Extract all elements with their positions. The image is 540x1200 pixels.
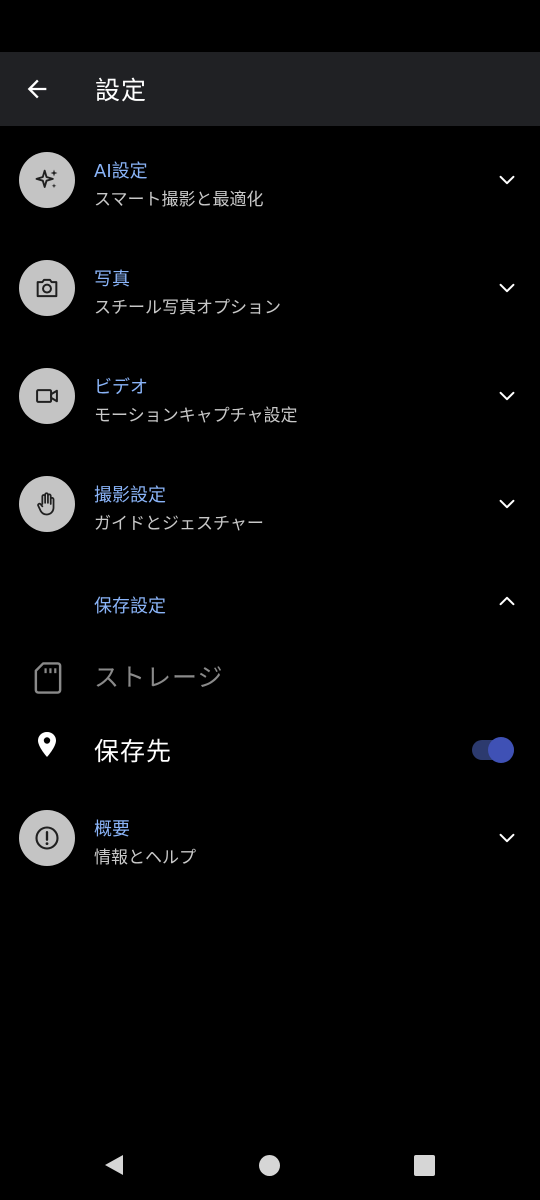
back-button[interactable] <box>0 52 74 126</box>
settings-item-video[interactable]: ビデオ モーションキャプチャ設定 <box>0 342 540 450</box>
settings-item-ai[interactable]: AI設定 スマート撮影と最適化 <box>0 126 540 234</box>
save-location-toggle[interactable] <box>472 737 514 763</box>
settings-item-ai-icon-badge <box>19 152 75 208</box>
settings-item-title: ビデオ <box>94 377 148 398</box>
storage-item[interactable]: ストレージ <box>0 640 540 712</box>
settings-section-storage[interactable]: 保存設定 <box>0 558 540 640</box>
settings-item-subtitle: スマート撮影と最適化 <box>94 190 264 210</box>
section-title: 保存設定 <box>94 596 166 617</box>
settings-item-video-icon-badge <box>19 368 75 424</box>
nav-recents-square-icon[interactable] <box>414 1155 435 1176</box>
save-location-label: 保存先 <box>94 737 173 766</box>
settings-item-capture[interactable]: 撮影設定 ガイドとジェスチャー <box>0 450 540 558</box>
hand-icon <box>37 492 55 516</box>
arrow-left-icon <box>27 79 47 99</box>
settings-item-title: 概要 <box>94 819 130 840</box>
settings-item-title: 写真 <box>94 269 130 290</box>
settings-item-subtitle: ガイドとジェスチャー <box>94 514 264 534</box>
settings-item-capture-icon-badge <box>19 476 75 532</box>
system-nav-bar <box>0 1128 540 1200</box>
settings-item-subtitle: スチール写真オプション <box>94 298 281 318</box>
settings-item-subtitle: 情報とヘルプ <box>94 848 196 868</box>
sparkle-icon <box>35 169 58 189</box>
sd-card-icon <box>34 662 62 694</box>
nav-back-triangle-icon[interactable] <box>103 1153 125 1177</box>
chevron-down-icon <box>499 283 515 293</box>
location-pin-icon <box>38 732 56 757</box>
storage-label: ストレージ <box>94 663 224 692</box>
toggle-thumb <box>488 737 514 763</box>
settings-item-title: AI設定 <box>94 161 148 182</box>
settings-item-title: 撮影設定 <box>94 485 166 506</box>
settings-item-about[interactable]: 概要 情報とヘルプ <box>0 784 540 892</box>
chevron-down-icon <box>499 175 515 185</box>
settings-list: AI設定 スマート撮影と最適化 写真 スチール写真オプション ビデオ モーション… <box>0 126 540 892</box>
status-bar <box>0 0 540 52</box>
chevron-down-icon <box>499 499 515 509</box>
settings-item-about-icon-badge <box>19 810 75 866</box>
settings-item-subtitle: モーションキャプチャ設定 <box>94 406 298 426</box>
chevron-up-icon <box>499 596 515 606</box>
info-icon <box>35 826 59 850</box>
chevron-down-icon <box>499 391 515 401</box>
nav-home-circle-icon[interactable] <box>259 1155 280 1176</box>
page-title: 設定 <box>95 76 148 105</box>
chevron-down-icon <box>499 833 515 843</box>
app-bar: 設定 <box>0 52 540 126</box>
settings-item-photo-icon-badge <box>19 260 75 316</box>
camera-icon <box>36 278 58 298</box>
save-location-item[interactable]: 保存先 <box>0 712 540 784</box>
videocam-icon <box>36 389 58 403</box>
settings-item-photo[interactable]: 写真 スチール写真オプション <box>0 234 540 342</box>
